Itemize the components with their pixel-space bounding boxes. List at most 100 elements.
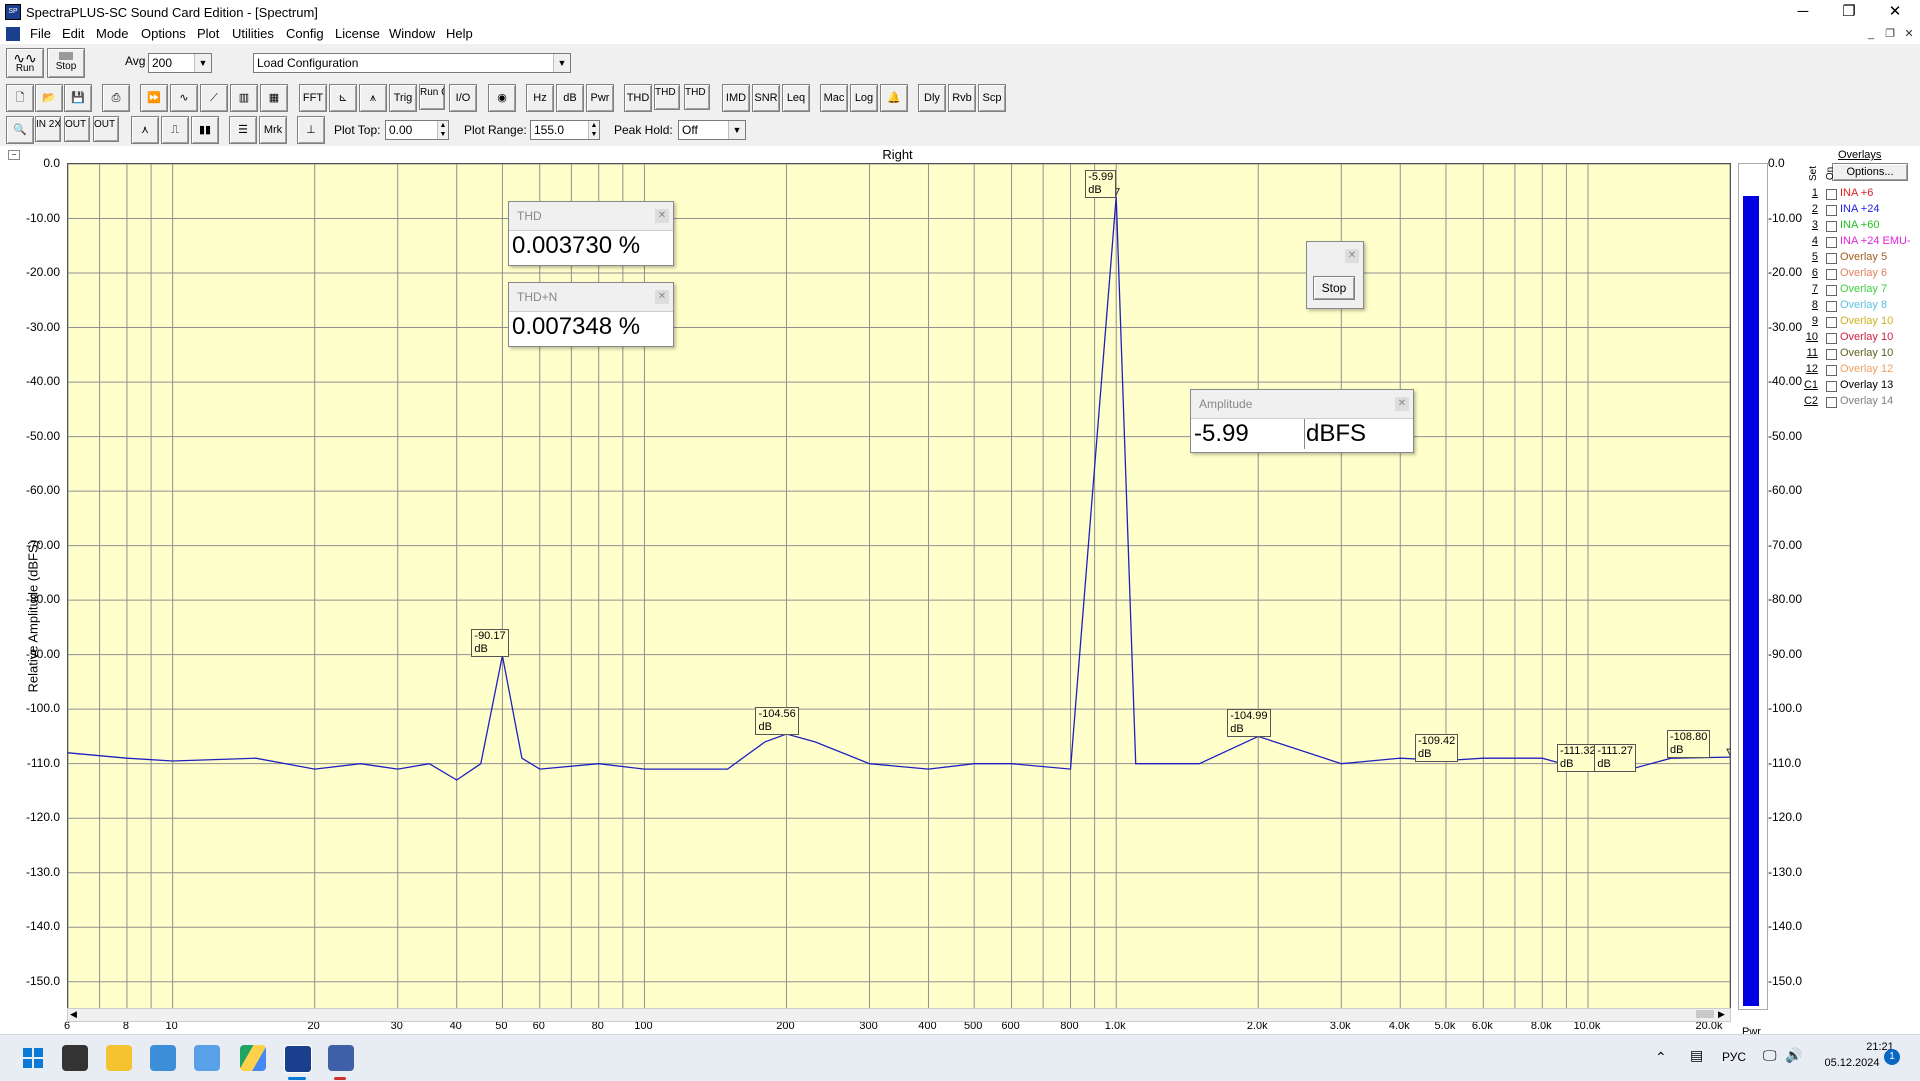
overlay-checkbox[interactable] (1826, 381, 1837, 392)
overlay-number[interactable]: 11 (1800, 347, 1818, 359)
overlay-options-button[interactable]: Options... (1832, 163, 1908, 181)
close-icon[interactable]: ✕ (1872, 0, 1918, 24)
plot-range-input[interactable]: 155.0 ▲ ▼ (530, 120, 600, 140)
fft-button[interactable]: FFT (299, 84, 327, 112)
overlay-checkbox[interactable] (1826, 333, 1837, 344)
weighting-icon[interactable]: ⩚ (359, 84, 387, 112)
hz-button[interactable]: Hz (526, 84, 554, 112)
bar-plot-icon[interactable]: ▮▮ (191, 116, 219, 144)
clock-time[interactable]: 21:21 (1845, 1041, 1915, 1053)
google-drive-icon[interactable] (240, 1045, 266, 1071)
mdi-restore-icon[interactable]: ❐ (1881, 24, 1899, 44)
db-button[interactable]: dB (556, 84, 584, 112)
thd-freq-button[interactable]: THD Freq (684, 84, 710, 110)
overlay-number[interactable]: 7 (1800, 283, 1818, 295)
menu-options[interactable]: Options (141, 26, 186, 41)
overlay-number[interactable]: C2 (1800, 395, 1818, 407)
overlay-checkbox[interactable] (1826, 205, 1837, 216)
thd-button[interactable]: THD (624, 84, 652, 112)
3d-surface-icon[interactable]: ▦ (260, 84, 288, 112)
configuration-select[interactable]: Load Configuration ▼ (253, 53, 571, 73)
mdi-minimize-icon[interactable]: _ (1862, 24, 1880, 44)
chevron-up-icon[interactable]: ⌃ (1655, 1049, 1667, 1066)
clock-date[interactable]: 05.12.2024 (1812, 1057, 1892, 1069)
pwr-button[interactable]: Pwr (586, 84, 614, 112)
spectrum-plot-area[interactable] (67, 163, 1731, 1010)
zoom-out-2x-icon[interactable]: OUT 2X (64, 116, 90, 142)
menu-edit[interactable]: Edit (62, 26, 84, 41)
folder-icon[interactable] (106, 1045, 132, 1071)
axis-icon[interactable]: ⊾ (329, 84, 357, 112)
mdi-child-icon[interactable] (6, 27, 20, 41)
open-folder-icon[interactable]: 📂 (35, 84, 63, 112)
spin-arrows-icon[interactable]: ▲ ▼ (588, 121, 599, 139)
menu-file[interactable]: File (30, 26, 51, 41)
network-status-icon[interactable]: ▤ (1690, 1047, 1703, 1064)
scroll-right-icon[interactable]: ▶ (1718, 1009, 1725, 1020)
spin-arrows-icon[interactable]: ▲ ▼ (437, 121, 448, 139)
overlay-number[interactable]: 6 (1800, 267, 1818, 279)
terminal-icon[interactable] (62, 1045, 88, 1071)
print-icon[interactable]: ⎙ (102, 84, 130, 112)
overlay-checkbox[interactable] (1826, 349, 1837, 360)
keyboard-language[interactable]: РУС (1722, 1050, 1746, 1064)
menu-config[interactable]: Config (286, 26, 324, 41)
thd-n-button[interactable]: THD +N (654, 84, 680, 110)
overlay-number[interactable]: 4 (1800, 235, 1818, 247)
zoom-in-2x-icon[interactable]: IN 2X (35, 116, 61, 142)
display-icon[interactable]: 🖵 (1763, 1047, 1777, 1064)
overlay-checkbox[interactable] (1826, 253, 1837, 264)
horizontal-scrollbar[interactable]: ◀ ▶ (67, 1008, 1731, 1022)
widgets-icon[interactable] (194, 1045, 220, 1071)
overlay-number[interactable]: 8 (1800, 299, 1818, 311)
close-icon[interactable]: ✕ (1395, 397, 1409, 411)
overlay-checkbox[interactable] (1826, 301, 1837, 312)
menu-window[interactable]: Window (389, 26, 435, 41)
snr-button[interactable]: SNR (752, 84, 780, 112)
rvb-button[interactable]: Rvb (948, 84, 976, 112)
spectrogram-icon[interactable]: ▥ (230, 84, 258, 112)
scroll-left-icon[interactable]: ◀ (70, 1009, 77, 1020)
marker-button[interactable]: Mrk (259, 116, 287, 144)
overlay-checkbox[interactable] (1826, 397, 1837, 408)
app-icon[interactable] (328, 1045, 354, 1071)
minimize-icon[interactable]: ─ (1780, 0, 1826, 24)
notification-badge[interactable]: 1 (1884, 1049, 1900, 1065)
peak-hold-select[interactable]: Off ▼ (678, 120, 746, 140)
list-icon[interactable]: ☰ (229, 116, 257, 144)
scrollbar-thumb[interactable] (1696, 1010, 1714, 1018)
fast-forward-icon[interactable]: ⏩ (140, 84, 168, 112)
overlay-checkbox[interactable] (1826, 365, 1837, 376)
overlay-number[interactable]: C1 (1800, 379, 1818, 391)
menu-mode[interactable]: Mode (96, 26, 129, 41)
step-line-icon[interactable]: ⎍ (161, 116, 189, 144)
ramp-icon[interactable]: ⟋ (200, 84, 228, 112)
run-button[interactable]: ∿∿ Run (6, 48, 44, 78)
dly-button[interactable]: Dly (918, 84, 946, 112)
volume-icon[interactable]: 🔊 (1785, 1047, 1802, 1064)
thd-meter[interactable]: THD ✕ 0.003730 % (508, 201, 674, 266)
run-ctrl-button[interactable]: Run Ctrl (419, 84, 445, 110)
photos-icon[interactable] (150, 1045, 176, 1071)
spectraplus-icon[interactable] (284, 1045, 312, 1073)
overlay-number[interactable]: 10 (1800, 331, 1818, 343)
overlay-checkbox[interactable] (1826, 221, 1837, 232)
trig-button[interactable]: Trig (389, 84, 417, 112)
overlay-number[interactable]: 12 (1800, 363, 1818, 375)
io-button[interactable]: I/O (449, 84, 477, 112)
overlay-checkbox[interactable] (1826, 237, 1837, 248)
maximize-icon[interactable]: ❐ (1826, 0, 1872, 24)
new-file-icon[interactable]: 🗋 (6, 84, 34, 112)
overlay-checkbox[interactable] (1826, 317, 1837, 328)
overlay-number[interactable]: 3 (1800, 219, 1818, 231)
overlay-number[interactable]: 5 (1800, 251, 1818, 263)
overlay-number[interactable]: 2 (1800, 203, 1818, 215)
menu-plot[interactable]: Plot (197, 26, 219, 41)
mac-button[interactable]: Mac (820, 84, 848, 112)
menu-license[interactable]: License (335, 26, 380, 41)
imd-button[interactable]: IMD (722, 84, 750, 112)
stop-button[interactable]: Stop (47, 48, 85, 78)
leq-button[interactable]: Leq (782, 84, 810, 112)
peak-line-icon[interactable]: ⋏ (131, 116, 159, 144)
overlay-number[interactable]: 9 (1800, 315, 1818, 327)
